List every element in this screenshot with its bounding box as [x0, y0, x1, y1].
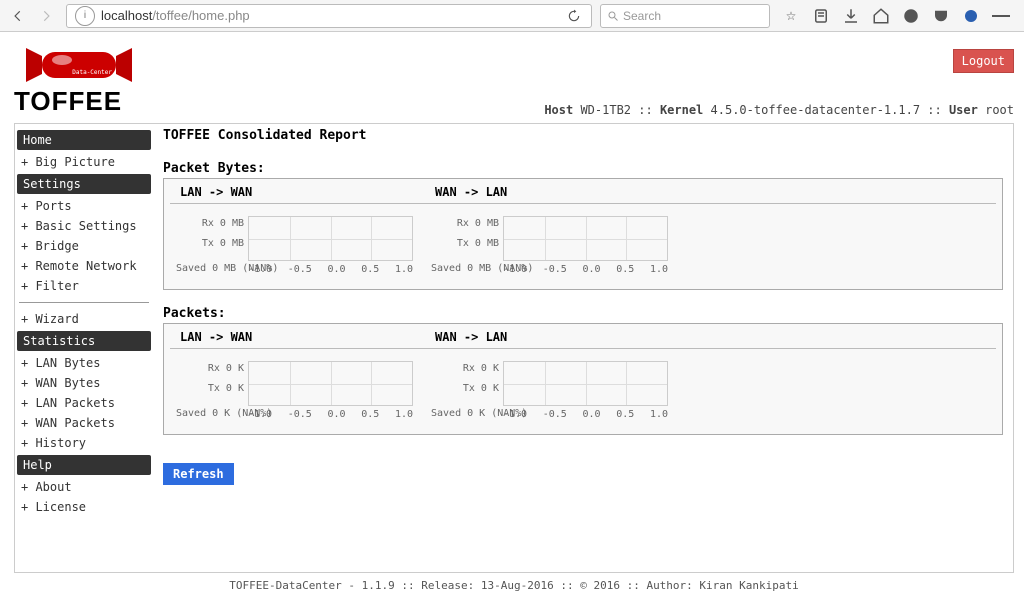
- forward-button[interactable]: [34, 4, 58, 28]
- sidebar-item-bridge[interactable]: Bridge: [17, 236, 151, 256]
- download-icon[interactable]: [842, 7, 860, 25]
- globe-icon[interactable]: [962, 7, 980, 25]
- url-bar[interactable]: i localhost/toffee/home.php: [66, 4, 592, 28]
- arrow-left-icon: [11, 9, 25, 23]
- pk-head-lanwan: LAN -> WAN: [170, 330, 425, 344]
- sidebar-item-ports[interactable]: Ports: [17, 196, 151, 216]
- chart-pb-wanlan: Rx 0 MB Tx 0 MB Saved 0 MB (NAN%) -1.0-0…: [431, 208, 680, 283]
- sidebar-head-settings[interactable]: Settings: [17, 174, 151, 194]
- user-value: root: [985, 103, 1014, 117]
- page-title: TOFFEE Consolidated Report: [163, 128, 1003, 143]
- chart-pb-lanwan: Rx 0 MB Tx 0 MB Saved 0 MB (NAN%) -1.0-0…: [176, 208, 425, 283]
- sidebar-item-about[interactable]: About: [17, 477, 151, 497]
- sidebar-item-basic-settings[interactable]: Basic Settings: [17, 216, 151, 236]
- pk-lw-rx: Rx 0 K: [176, 363, 244, 374]
- logo-text: TOFFEE: [14, 86, 144, 117]
- user-label: User: [949, 103, 978, 117]
- home-icon[interactable]: [872, 7, 890, 25]
- pocket-icon[interactable]: [932, 7, 950, 25]
- toffee-candy-icon: Data-Center: [14, 40, 144, 90]
- sidebar: Home Big Picture Settings Ports Basic Se…: [15, 124, 153, 572]
- pb-wl-rx: Rx 0 MB: [431, 218, 499, 229]
- sidebar-head-help[interactable]: Help: [17, 455, 151, 475]
- reload-icon: [567, 9, 581, 23]
- url-path: /toffee/home.php: [152, 8, 249, 23]
- pb-wl-tx: Tx 0 MB: [431, 238, 499, 249]
- sidebar-item-wan-bytes[interactable]: WAN Bytes: [17, 373, 151, 393]
- packet-bytes-chartbox: LAN -> WAN WAN -> LAN Rx 0 MB Tx 0 MB Sa…: [163, 178, 1003, 290]
- pb-head-wanlan: WAN -> LAN: [425, 185, 680, 199]
- section-packets-label: Packets:: [163, 306, 1003, 321]
- back-button[interactable]: [6, 4, 30, 28]
- browser-toolbar: i localhost/toffee/home.php Search ☆: [0, 0, 1024, 32]
- host-value: WD-1TB2: [580, 103, 631, 117]
- smiley-icon[interactable]: [902, 7, 920, 25]
- sidebar-item-lan-bytes[interactable]: LAN Bytes: [17, 353, 151, 373]
- sidebar-item-wan-packets[interactable]: WAN Packets: [17, 413, 151, 433]
- host-label: Host: [544, 103, 573, 117]
- pb-lw-tx: Tx 0 MB: [176, 238, 244, 249]
- hamburger-menu-icon[interactable]: [992, 7, 1010, 25]
- pb-lw-rx: Rx 0 MB: [176, 218, 244, 229]
- sidebar-separator: [19, 302, 149, 303]
- sidebar-item-big-picture[interactable]: Big Picture: [17, 152, 151, 172]
- pb-lw-xticks: -1.0-0.50.00.51.0: [248, 264, 413, 275]
- url-host: localhost: [101, 8, 152, 23]
- arrow-right-icon: [39, 9, 53, 23]
- search-icon: [607, 10, 619, 22]
- bookmark-star-icon[interactable]: ☆: [782, 7, 800, 25]
- logo: Data-Center TOFFEE: [14, 40, 144, 117]
- sidebar-item-lan-packets[interactable]: LAN Packets: [17, 393, 151, 413]
- search-placeholder: Search: [623, 9, 661, 23]
- reload-button[interactable]: [563, 9, 585, 23]
- pk-head-wanlan: WAN -> LAN: [425, 330, 680, 344]
- host-line: Host WD-1TB2 :: Kernel 4.5.0-toffee-data…: [544, 103, 1014, 117]
- logo-tag: Data-Center: [72, 69, 112, 76]
- kernel-label: Kernel: [660, 103, 703, 117]
- pk-wl-tx: Tx 0 K: [431, 383, 499, 394]
- pk-wl-xticks: -1.0-0.50.00.51.0: [503, 409, 668, 420]
- pb-wl-xticks: -1.0-0.50.00.51.0: [503, 264, 668, 275]
- section-packet-bytes-label: Packet Bytes:: [163, 161, 1003, 176]
- pb-head-lanwan: LAN -> WAN: [170, 185, 425, 199]
- chart-pk-wanlan: Rx 0 K Tx 0 K Saved 0 K (NAN%) -1.0-0.50…: [431, 353, 680, 428]
- site-info-icon[interactable]: i: [75, 6, 95, 26]
- sidebar-head-home[interactable]: Home: [17, 130, 151, 150]
- sidebar-item-filter[interactable]: Filter: [17, 276, 151, 296]
- chart-pk-lanwan: Rx 0 K Tx 0 K Saved 0 K (NAN%) -1.0-0.50…: [176, 353, 425, 428]
- kernel-value: 4.5.0-toffee-datacenter-1.1.7: [711, 103, 921, 117]
- sidebar-item-remote-network[interactable]: Remote Network: [17, 256, 151, 276]
- footer: TOFFEE-DataCenter - 1.1.9 :: Release: 13…: [14, 579, 1014, 592]
- content: TOFFEE Consolidated Report Packet Bytes:…: [153, 124, 1013, 572]
- sidebar-head-statistics[interactable]: Statistics: [17, 331, 151, 351]
- packets-chartbox: LAN -> WAN WAN -> LAN Rx 0 K Tx 0 K Save…: [163, 323, 1003, 435]
- library-icon[interactable]: [812, 7, 830, 25]
- pk-lw-tx: Tx 0 K: [176, 383, 244, 394]
- pk-wl-rx: Rx 0 K: [431, 363, 499, 374]
- refresh-button[interactable]: Refresh: [163, 463, 234, 485]
- sidebar-item-wizard[interactable]: Wizard: [17, 309, 151, 329]
- search-bar[interactable]: Search: [600, 4, 770, 28]
- logout-button[interactable]: Logout: [953, 49, 1014, 73]
- pk-lw-xticks: -1.0-0.50.00.51.0: [248, 409, 413, 420]
- sidebar-item-license[interactable]: License: [17, 497, 151, 517]
- sidebar-item-history[interactable]: History: [17, 433, 151, 453]
